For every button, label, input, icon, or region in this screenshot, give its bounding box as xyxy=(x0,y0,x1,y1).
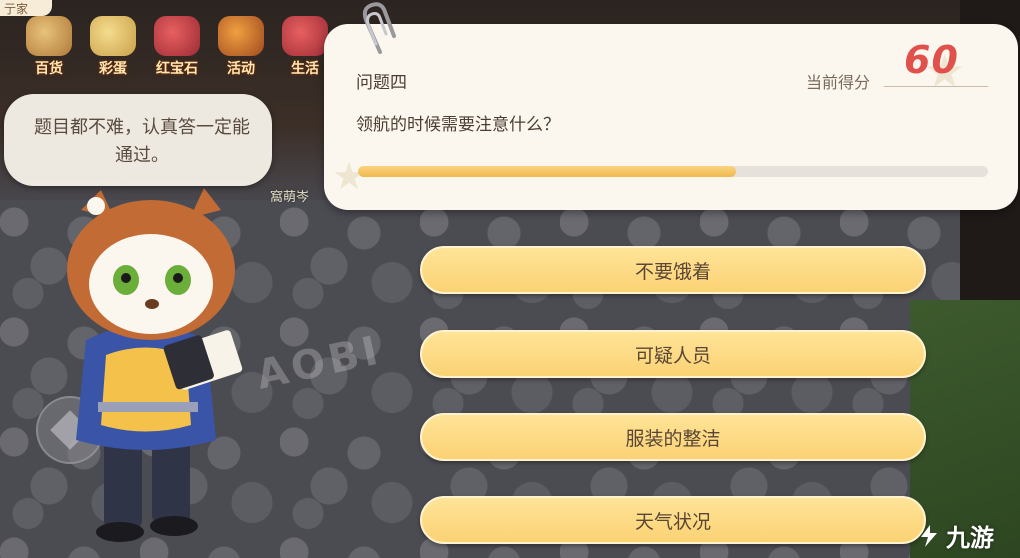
event-button[interactable]: 活动 xyxy=(214,16,268,78)
egg-button[interactable]: 彩蛋 xyxy=(86,16,140,78)
event-icon xyxy=(218,16,264,56)
ruby-label: 红宝石 xyxy=(156,61,198,77)
shop-label: 百货 xyxy=(35,61,63,77)
score-label: 当前得分 xyxy=(806,73,871,92)
speech-text: 题目都不难，认真答一定能通过。 xyxy=(34,117,250,166)
answer-option-1[interactable]: 不要饿着 xyxy=(420,246,926,294)
speech-bubble: 题目都不难，认真答一定能通过。 xyxy=(4,94,272,186)
event-label: 活动 xyxy=(227,61,255,77)
top-shop-icons: 百货 彩蛋 红宝石 活动 生活 xyxy=(22,16,332,78)
shop-icon xyxy=(26,16,72,56)
question-text: 领航的时候需要注意什么？ xyxy=(356,115,560,135)
quiz-progress-track xyxy=(358,166,988,177)
answer-option-2[interactable]: 可疑人员 xyxy=(420,330,926,378)
answer-option-3[interactable]: 服装的整洁 xyxy=(420,413,926,461)
egg-icon xyxy=(90,16,136,56)
corner-tab[interactable]: 亍家 xyxy=(0,0,52,16)
answer-option-4[interactable]: 天气状况 xyxy=(420,496,926,544)
watermark: 九游 xyxy=(916,518,994,553)
character-sprite xyxy=(67,188,243,542)
question-number: 问题四 xyxy=(356,73,407,93)
shop-button[interactable]: 百货 xyxy=(22,16,76,78)
life-icon xyxy=(282,16,328,56)
ruby-icon xyxy=(154,16,200,56)
paperclip-icon xyxy=(362,2,396,54)
score-underline xyxy=(884,86,988,87)
ruby-button[interactable]: 红宝石 xyxy=(150,16,204,78)
score-value: 60 xyxy=(904,38,959,82)
npc-name-label: 窩萌岑 xyxy=(270,190,310,205)
quiz-progress-fill xyxy=(358,166,736,177)
egg-label: 彩蛋 xyxy=(99,61,127,77)
watermark-logo-icon xyxy=(921,524,937,547)
watermark-text: 九游 xyxy=(946,524,994,552)
quiz-panel: ★ ★ 问题四 领航的时候需要注意什么？ 当前得分 60 xyxy=(324,24,1018,210)
